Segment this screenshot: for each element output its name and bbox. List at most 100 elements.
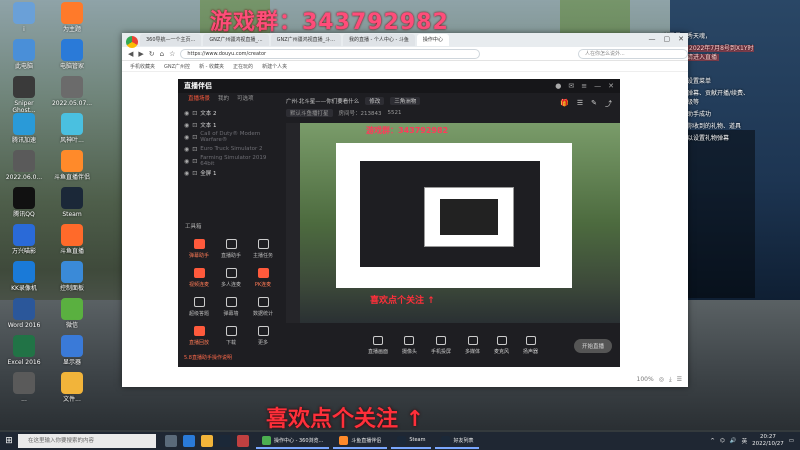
tool-button[interactable]: 视频连麦 [184,266,214,292]
browser-tab[interactable]: 我的直播 - 个人中心 - 斗鱼 [342,34,415,46]
list-icon[interactable]: ☰ [577,99,583,109]
desktop-icon[interactable]: 斗鱼直播 [50,224,94,255]
minimize-icon[interactable]: — [594,82,601,90]
desktop-icon[interactable]: Sniper Ghost... [2,76,46,114]
status-item[interactable]: ⤓ [669,376,672,384]
taskbar-task[interactable]: 好友列表 [435,433,480,449]
scene-item[interactable]: ◉ ⊡ 文本 1 [178,119,282,131]
scene-item[interactable]: ◉ ⊡ Call of Duty® Modern Warfare® [178,131,282,143]
close-icon[interactable]: ✕ [678,35,684,43]
desktop-icon[interactable]: Word 2016 [2,298,46,329]
game-icon[interactable] [237,435,249,447]
scene-item[interactable]: ◉ ⊡ Euro Truck Simulator 2 [178,143,282,155]
tool-button[interactable]: 下载 [216,324,246,350]
tool-button[interactable]: 数据统计 [248,295,278,321]
forward-icon[interactable]: ▶ [138,50,143,58]
chevron-up-icon[interactable]: ^ [710,438,715,444]
tab-0[interactable]: 直播场景 [188,93,210,105]
folder-icon[interactable] [201,435,213,447]
desktop-icon[interactable]: 斗鱼直播伴侣 [50,150,94,181]
eye-icon[interactable]: ◉ [184,134,189,141]
taskbar-search-input[interactable]: 在这里输入你要搜索的内容 [18,434,156,448]
pen-icon[interactable]: ✎ [591,99,597,109]
desktop-icon[interactable]: 此电脑 [2,39,46,70]
browser-tab[interactable]: GNZ广州疆鸿视直播_斗... [270,34,341,46]
browser-search-input[interactable]: 人在你怎么说外... [578,48,688,59]
menu-icon[interactable]: ≡ [581,82,587,90]
desktop-icon[interactable]: 文件... [50,372,94,403]
taskbar-task[interactable]: 操作中心 - 360浏览... [256,433,330,449]
maximize-icon[interactable]: ▢ [664,35,671,43]
lock-icon[interactable]: ⊡ [192,110,197,117]
bookmark-item[interactable]: 新建个人夹 [262,63,287,70]
desktop-icon[interactable]: 风神叶... [50,113,94,144]
desktop-icon[interactable]: Excel 2016 [2,335,46,366]
edit-title-button[interactable]: 修改 [365,97,385,105]
scene-item[interactable]: ◉ ⊡ Farming Simulator 2019 64bit [178,155,282,167]
tool-button[interactable]: 弹幕助手 [184,237,214,263]
lock-icon[interactable]: ⊡ [192,122,197,129]
notification-icon[interactable]: ▭ [789,438,794,444]
eye-icon[interactable]: ◉ [184,122,189,129]
lock-icon[interactable]: ⊡ [192,158,197,165]
close-icon[interactable]: ✕ [608,82,614,90]
bookmark-item[interactable]: 新 - 收藏夹 [199,63,224,70]
tool-button[interactable]: 多人连麦 [216,266,246,292]
taskbar-task[interactable]: Steam [391,433,432,449]
source-control[interactable]: 扬声器 [523,335,538,355]
tool-button[interactable]: PK连麦 [248,266,278,292]
bookmark-item[interactable]: GNZ广州控 [164,63,190,70]
lock-icon[interactable]: ⊡ [192,146,197,153]
browser-tab[interactable]: GNZ广州疆鸿视直播_... [203,34,269,46]
back-icon[interactable]: ◀ [128,50,133,58]
bookmark-item[interactable]: 手机收藏夹 [130,63,155,70]
eye-icon[interactable]: ◉ [184,158,189,165]
tool-button[interactable]: 直播回放 [184,324,214,350]
source-control[interactable]: 摄像头 [402,335,417,355]
share-icon[interactable]: ⤴ [605,99,612,109]
start-live-button[interactable]: 开始直播 [573,339,612,353]
message-icon[interactable]: ✉ [568,82,574,90]
tool-button[interactable]: 直播助手 [216,237,246,263]
tab-2[interactable]: 可选项 [237,93,254,105]
source-control[interactable]: 麦克风 [494,335,509,355]
help-link[interactable]: 5.8直播助手操作说明 [184,354,232,361]
star-icon[interactable]: ☆ [169,50,175,58]
desktop-icon[interactable]: 电脑管家 [50,39,94,70]
tool-button[interactable]: 弹幕墙 [216,295,246,321]
desktop-icon[interactable]: 微信 [50,298,94,329]
status-item[interactable]: ◎ [659,376,664,384]
task-view-icon[interactable] [165,435,177,447]
desktop-icon[interactable]: ... [2,372,46,403]
desktop-icon[interactable]: 万兴喵影 [2,224,46,255]
desktop-icon[interactable]: KK录像机 [2,261,46,292]
tool-button[interactable]: 主播任务 [248,237,278,263]
taskbar-task[interactable]: 斗鱼直播伴侣 [333,433,388,449]
browser-logo-icon[interactable] [126,36,138,48]
steam-icon[interactable] [219,435,231,447]
refresh-icon[interactable]: ↻ [149,50,155,58]
avatar[interactable]: ● [555,82,561,90]
desktop-icon[interactable]: 腾讯QQ [2,187,46,218]
tab-1[interactable]: 我的 [218,93,229,105]
category-select[interactable]: 三角洲物 [390,97,421,105]
network-icon[interactable]: ⌬ [720,438,725,444]
desktop-icon[interactable]: 2022.05.07... [50,76,94,107]
eye-icon[interactable]: ◉ [184,110,189,117]
tool-button[interactable]: 超级答题 [184,295,214,321]
scene-item[interactable]: ◉ ⊡ 文本 2 [178,107,282,119]
edge-icon[interactable] [183,435,195,447]
scene-item[interactable]: ◉ ⊡ 全屏 1 [178,167,282,179]
address-bar[interactable]: https://www.douyu.com/creator [180,48,481,59]
home-icon[interactable]: ⌂ [160,50,164,58]
tool-button[interactable]: 更多 [248,324,278,350]
desktop-icon[interactable]: 腾讯加速 [2,113,46,144]
eye-icon[interactable]: ◉ [184,146,189,153]
source-control[interactable]: 直播画面 [368,335,388,355]
eye-icon[interactable]: ◉ [184,170,189,177]
desktop-icon[interactable]: 2022.06.0... [2,150,46,181]
browser-tab[interactable]: 操作中心 [416,34,449,46]
clock[interactable]: 20:27 2022/10/27 [752,434,784,448]
desktop-icon[interactable]: 控制面板 [50,261,94,292]
desktop-icon[interactable]: i [2,2,46,33]
